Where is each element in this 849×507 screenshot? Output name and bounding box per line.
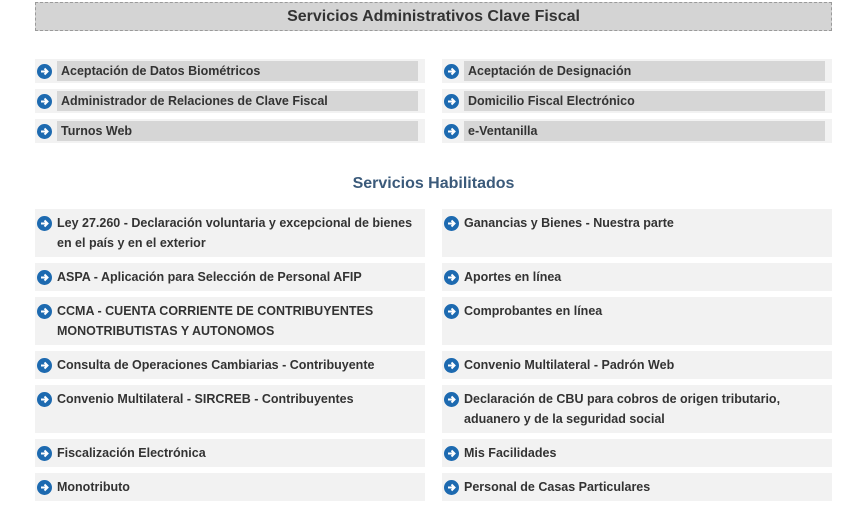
service-label: Declaración de CBU para cobros de origen…: [464, 392, 781, 426]
arrow-right-circle-icon: [444, 94, 459, 109]
service-label: Administrador de Relaciones de Clave Fis…: [57, 91, 418, 111]
habilitados-row: ASPA - Aplicación para Selección de Pers…: [35, 263, 832, 291]
arrow-right-circle-icon: [37, 446, 52, 461]
service-label: Convenio Multilateral - Padrón Web: [464, 358, 675, 372]
habilitados-section-title: Servicios Habilitados: [352, 175, 515, 192]
service-aspa[interactable]: ASPA - Aplicación para Selección de Pers…: [35, 263, 425, 291]
service-label: Aceptación de Datos Biométricos: [57, 61, 418, 81]
habilitados-row: Consulta de Operaciones Cambiarias - Con…: [35, 351, 832, 379]
service-aceptacion-datos-biometricos[interactable]: Aceptación de Datos Biométricos: [35, 59, 425, 83]
arrow-right-circle-icon: [37, 216, 52, 231]
service-label: Ganancias y Bienes - Nuestra parte: [464, 216, 674, 230]
arrow-right-circle-icon: [444, 358, 459, 373]
arrow-right-circle-icon: [37, 94, 52, 109]
service-domicilio-fiscal-electronico[interactable]: Domicilio Fiscal Electrónico: [442, 89, 832, 113]
service-label: CCMA - CUENTA CORRIENTE DE CONTRIBUYENTE…: [57, 304, 374, 338]
service-convenio-multilateral-sircreb[interactable]: Convenio Multilateral - SIRCREB - Contri…: [35, 385, 425, 433]
arrow-right-circle-icon: [37, 480, 52, 495]
habilitados-row: Monotributo Personal de Casas Particular…: [35, 473, 832, 501]
arrow-right-circle-icon: [37, 358, 52, 373]
arrow-right-circle-icon: [444, 64, 459, 79]
service-label: Personal de Casas Particulares: [464, 480, 651, 494]
service-ganancias-bienes[interactable]: Ganancias y Bienes - Nuestra parte: [442, 209, 832, 257]
service-declaracion-cbu[interactable]: Declaración de CBU para cobros de origen…: [442, 385, 832, 433]
service-e-ventanilla[interactable]: e-Ventanilla: [442, 119, 832, 143]
service-aportes-en-linea[interactable]: Aportes en línea: [442, 263, 832, 291]
admin-services-header: Servicios Administrativos Clave Fiscal: [35, 2, 832, 31]
arrow-right-circle-icon: [444, 392, 459, 407]
arrow-right-circle-icon: [37, 270, 52, 285]
arrow-right-circle-icon: [444, 216, 459, 231]
service-turnos-web[interactable]: Turnos Web: [35, 119, 425, 143]
service-ley-27260[interactable]: Ley 27.260 - Declaración voluntaria y ex…: [35, 209, 425, 257]
service-label: Aceptación de Designación: [464, 61, 825, 81]
admin-services-grid: Aceptación de Datos Biométricos Aceptaci…: [35, 59, 832, 149]
service-monotributo[interactable]: Monotributo: [35, 473, 425, 501]
arrow-right-circle-icon: [444, 270, 459, 285]
service-label: e-Ventanilla: [464, 121, 825, 141]
service-label: Consulta de Operaciones Cambiarias - Con…: [57, 358, 375, 372]
service-administrador-relaciones[interactable]: Administrador de Relaciones de Clave Fis…: [35, 89, 425, 113]
arrow-right-circle-icon: [444, 480, 459, 495]
service-consulta-operaciones-cambiarias[interactable]: Consulta de Operaciones Cambiarias - Con…: [35, 351, 425, 379]
habilitados-row: CCMA - CUENTA CORRIENTE DE CONTRIBUYENTE…: [35, 297, 832, 345]
habilitados-services-grid: Ley 27.260 - Declaración voluntaria y ex…: [35, 209, 832, 507]
habilitados-row: Convenio Multilateral - SIRCREB - Contri…: [35, 385, 832, 433]
service-label: Comprobantes en línea: [464, 304, 603, 318]
arrow-right-circle-icon: [37, 124, 52, 139]
arrow-right-circle-icon: [37, 64, 52, 79]
admin-row: Aceptación de Datos Biométricos Aceptaci…: [35, 59, 832, 83]
admin-row: Turnos Web e-Ventanilla: [35, 119, 832, 143]
admin-row: Administrador de Relaciones de Clave Fis…: [35, 89, 832, 113]
service-label: ASPA - Aplicación para Selección de Pers…: [57, 270, 362, 284]
service-label: Fiscalización Electrónica: [57, 446, 206, 460]
service-label: Domicilio Fiscal Electrónico: [464, 91, 825, 111]
service-label: Aportes en línea: [464, 270, 562, 284]
arrow-right-circle-icon: [37, 392, 52, 407]
service-convenio-multilateral-padron[interactable]: Convenio Multilateral - Padrón Web: [442, 351, 832, 379]
arrow-right-circle-icon: [37, 304, 52, 319]
arrow-right-circle-icon: [444, 446, 459, 461]
service-label: Mis Facilidades: [464, 446, 557, 460]
service-ccma[interactable]: CCMA - CUENTA CORRIENTE DE CONTRIBUYENTE…: [35, 297, 425, 345]
service-label: Turnos Web: [57, 121, 418, 141]
service-label: Monotributo: [57, 480, 130, 494]
service-aceptacion-designacion[interactable]: Aceptación de Designación: [442, 59, 832, 83]
service-comprobantes-en-linea[interactable]: Comprobantes en línea: [442, 297, 832, 345]
arrow-right-circle-icon: [444, 304, 459, 319]
service-label: Convenio Multilateral - SIRCREB - Contri…: [57, 392, 354, 406]
habilitados-row: Ley 27.260 - Declaración voluntaria y ex…: [35, 209, 832, 257]
arrow-right-circle-icon: [444, 124, 459, 139]
service-label: Ley 27.260 - Declaración voluntaria y ex…: [57, 216, 413, 250]
service-personal-casas-particulares[interactable]: Personal de Casas Particulares: [442, 473, 832, 501]
